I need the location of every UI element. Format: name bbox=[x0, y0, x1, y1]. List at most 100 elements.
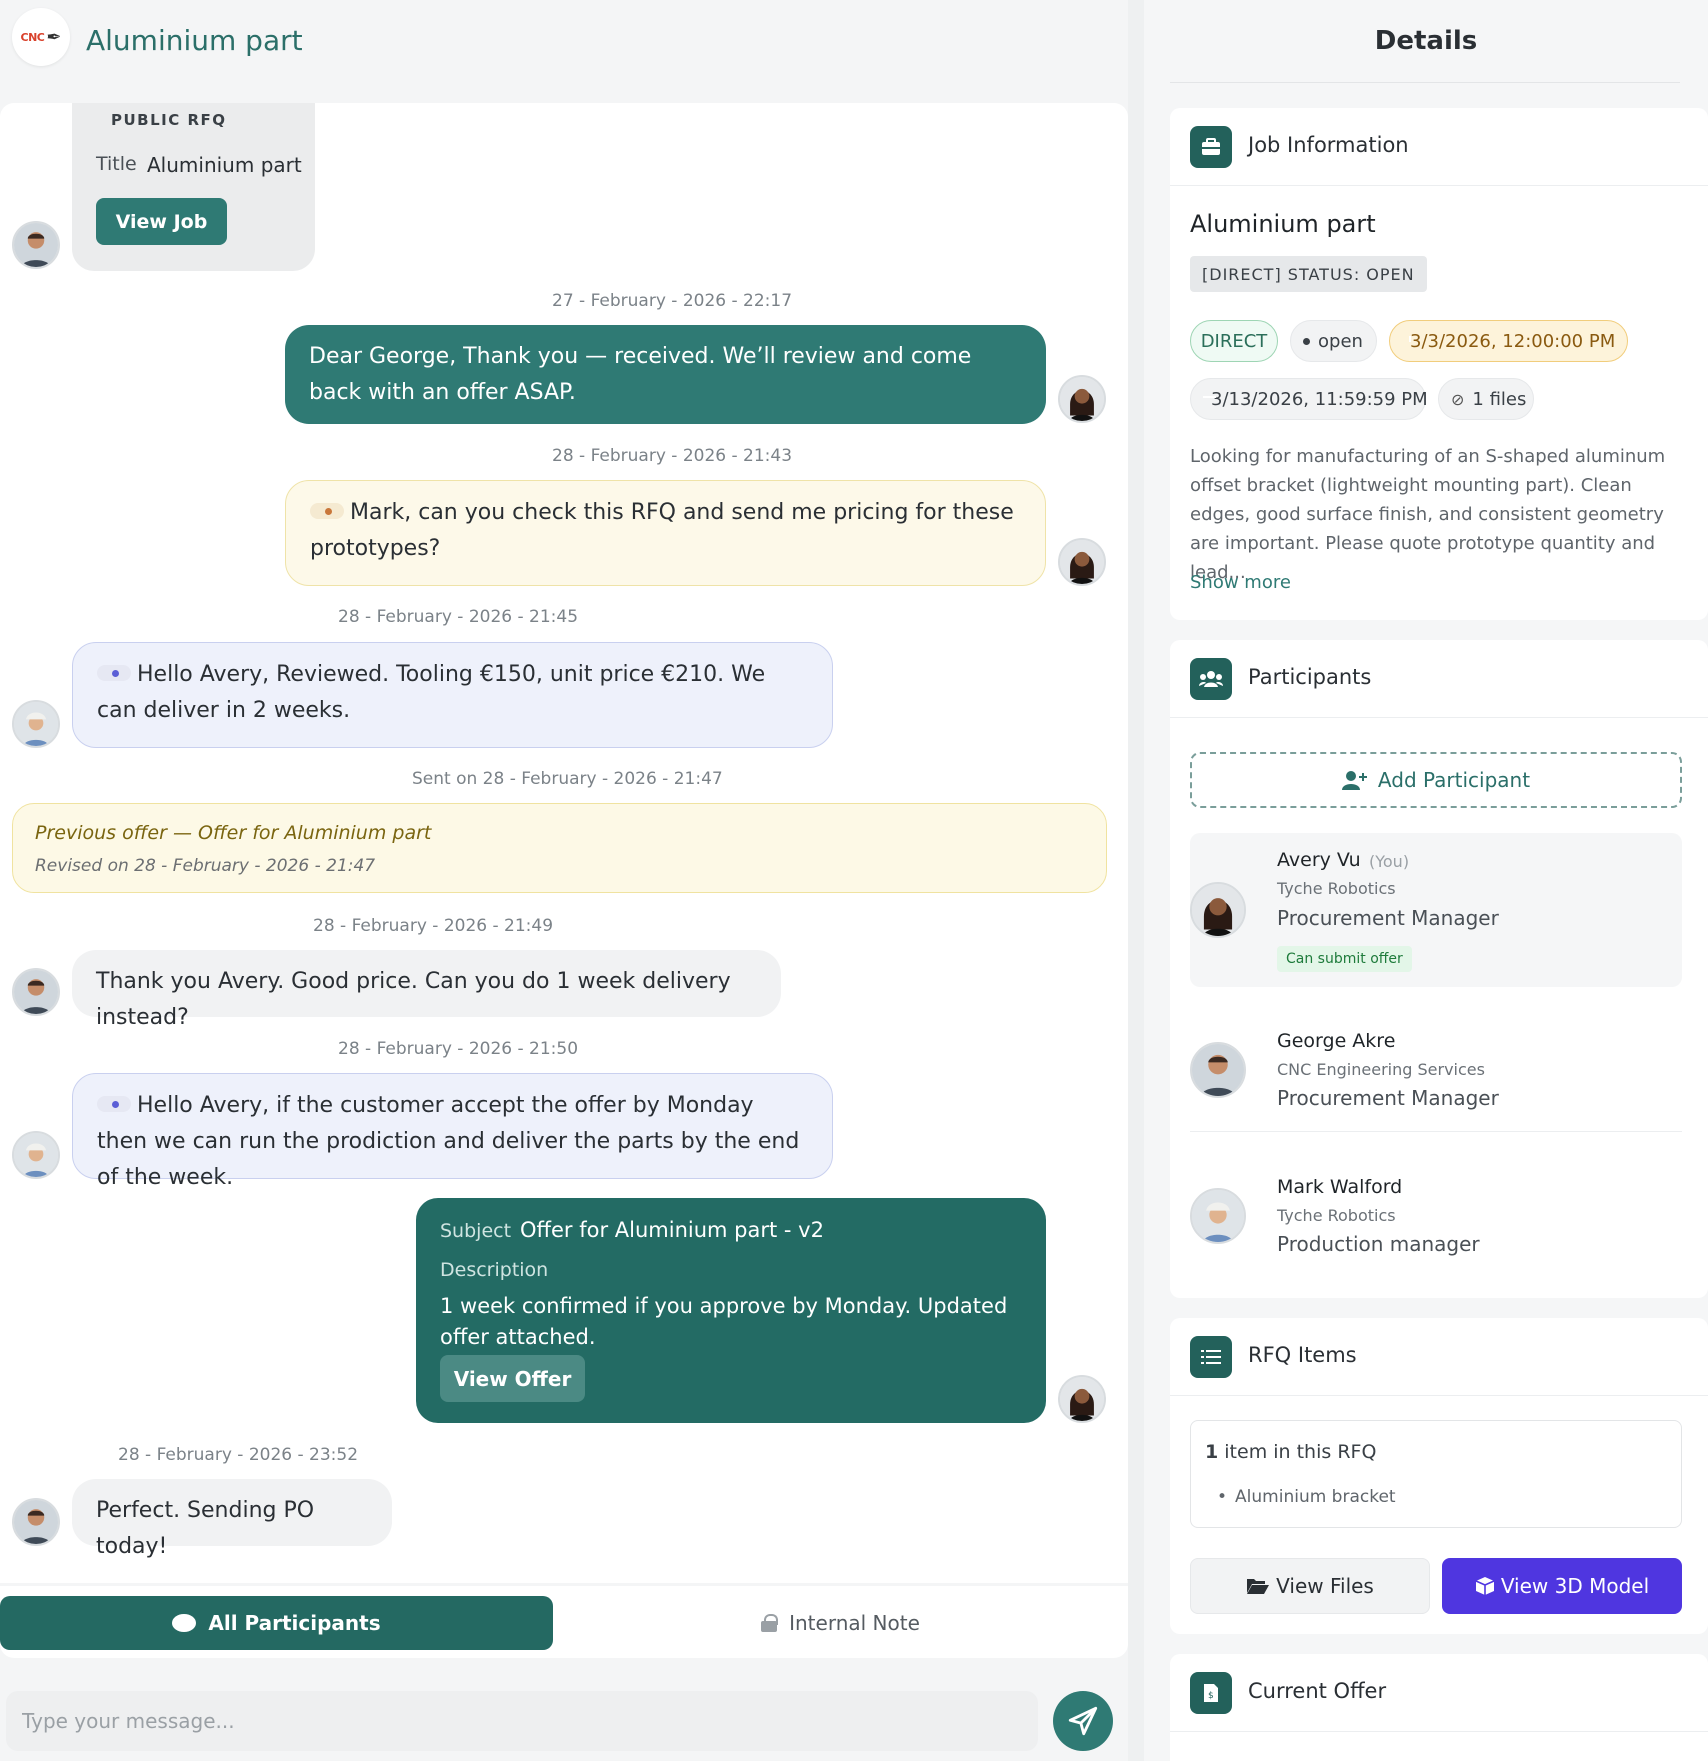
internal-note-indicator-icon bbox=[310, 503, 344, 519]
view-3d-model-button[interactable]: View 3D Model bbox=[1442, 1558, 1682, 1614]
tab-all-participants[interactable]: All Participants bbox=[0, 1596, 553, 1650]
message-timestamp: 28 - February - 2026 - 21:45 bbox=[338, 607, 579, 627]
internal-indicator-icon bbox=[97, 1096, 131, 1112]
rfq-items-count: 1 item in this RFQ bbox=[1205, 1441, 1377, 1463]
participant-role: Production manager bbox=[1277, 1232, 1480, 1256]
job-card-title-label: Title bbox=[96, 153, 137, 175]
offer-description-value: 1 week confirmed if you approve by Monda… bbox=[440, 1294, 1008, 1349]
message-text: Hello Avery, Reviewed. Tooling €150, uni… bbox=[97, 662, 766, 723]
rfq-items-box: 1 item in this RFQ Aluminium bracket bbox=[1190, 1420, 1682, 1528]
add-participant-button[interactable]: Add Participant bbox=[1190, 752, 1682, 808]
message-bubble-incoming: Perfect. Sending PO today! bbox=[72, 1479, 392, 1559]
send-button[interactable] bbox=[1053, 1691, 1113, 1751]
deadline-pill: 3/3/2026, 12:00:00 PM bbox=[1389, 320, 1628, 362]
pane-divider bbox=[1128, 0, 1144, 1761]
view-offer-button[interactable]: View Offer bbox=[440, 1355, 585, 1402]
message-timestamp: 28 - February - 2026 - 23:52 bbox=[118, 1445, 359, 1465]
details-title: Details bbox=[1374, 26, 1478, 56]
message-bubble-outgoing: Dear George, Thank you — received. We’ll… bbox=[285, 325, 1046, 424]
users-icon bbox=[1190, 658, 1232, 700]
participant-row[interactable]: Mark Walford Tyche Robotics Production m… bbox=[1190, 1164, 1682, 1268]
participants-header: Participants bbox=[1170, 640, 1708, 718]
job-information-title: Job Information bbox=[1248, 133, 1409, 157]
chat-header: CNC ✒ Aluminium part bbox=[0, 0, 1128, 92]
svg-text:$: $ bbox=[1208, 1691, 1214, 1701]
job-card-title-value: Aluminium part bbox=[147, 153, 302, 177]
company-logo: CNC ✒ bbox=[12, 8, 70, 66]
send-icon bbox=[1068, 1706, 1098, 1736]
message-timestamp: 28 - February - 2026 - 21:50 bbox=[338, 1039, 579, 1059]
view-job-button[interactable]: View Job bbox=[96, 198, 227, 245]
show-more-link[interactable]: Show more bbox=[1190, 572, 1291, 593]
chat-pane: CNC ✒ Aluminium part PUBLIC RFQ Title Alu… bbox=[0, 0, 1128, 1761]
invoice-icon: $ bbox=[1190, 1672, 1232, 1714]
message-bubble-incoming: Hello Avery, if the customer accept the … bbox=[72, 1073, 833, 1190]
avatar-george[interactable] bbox=[12, 221, 60, 269]
details-pane: Details Job Information Aluminium part [… bbox=[1144, 0, 1708, 1761]
job-information-header: Job Information bbox=[1170, 108, 1708, 186]
participant-divider bbox=[1190, 1131, 1682, 1132]
tab-all-participants-label: All Participants bbox=[208, 1611, 381, 1635]
message-composer bbox=[0, 1674, 1128, 1761]
message-text: Hello Avery, if the customer accept the … bbox=[97, 1093, 800, 1190]
message-timestamp: 28 - February - 2026 - 21:43 bbox=[552, 446, 793, 466]
previous-offer-revised: Revised on 28 - February - 2026 - 21:47 bbox=[35, 856, 376, 876]
participant-role: Procurement Manager bbox=[1277, 1086, 1499, 1110]
rfq-item: Aluminium bracket bbox=[1217, 1487, 1396, 1507]
participant-name: George Akre bbox=[1277, 1030, 1396, 1052]
audience-tabs: All Participants Internal Note bbox=[0, 1586, 1128, 1658]
avatar-mark[interactable] bbox=[12, 700, 60, 748]
avatar-avery[interactable] bbox=[1058, 538, 1106, 586]
participant-company: Tyche Robotics bbox=[1277, 1206, 1396, 1225]
list-icon bbox=[1190, 1336, 1232, 1378]
job-card-kicker: PUBLIC RFQ bbox=[111, 111, 227, 129]
paperclip-icon: ⊘ bbox=[1451, 389, 1465, 409]
offer-sent-timestamp: Sent on 28 - February - 2026 - 21:47 bbox=[412, 769, 723, 789]
job-name: Aluminium part bbox=[1190, 210, 1376, 238]
avatar-mark bbox=[1190, 1188, 1246, 1244]
details-divider bbox=[1170, 82, 1680, 83]
current-offer-title: Current Offer bbox=[1248, 1679, 1387, 1703]
end-date-pill: 3/13/2026, 11:59:59 PM bbox=[1190, 378, 1428, 420]
can-submit-offer-badge: Can submit offer bbox=[1277, 946, 1412, 972]
cube-icon bbox=[1475, 1577, 1495, 1595]
status-dot-icon bbox=[1303, 337, 1310, 345]
previous-offer-card[interactable]: Previous offer — Offer for Aluminium par… bbox=[12, 803, 1107, 893]
job-status-chip: [DIRECT] STATUS: OPEN bbox=[1190, 256, 1427, 292]
message-timestamp: 27 - February - 2026 - 22:17 bbox=[552, 291, 793, 311]
tab-internal-note[interactable]: Internal Note bbox=[553, 1596, 1128, 1650]
rfq-items-header: RFQ Items bbox=[1170, 1318, 1708, 1396]
participant-row[interactable]: George Akre CNC Engineering Services Pro… bbox=[1190, 1018, 1682, 1122]
files-pill[interactable]: ⊘ 1 files bbox=[1438, 378, 1534, 420]
job-card-message: PUBLIC RFQ Title Aluminium part View Job bbox=[72, 103, 315, 271]
current-offer-header: $ Current Offer bbox=[1170, 1654, 1708, 1732]
message-timestamp: 28 - February - 2026 - 21:49 bbox=[313, 916, 554, 936]
lock-icon bbox=[761, 1614, 779, 1632]
participant-company: CNC Engineering Services bbox=[1277, 1060, 1485, 1079]
participant-name: Mark Walford bbox=[1277, 1176, 1403, 1198]
message-input[interactable] bbox=[6, 1691, 1038, 1751]
rfq-items-title: RFQ Items bbox=[1248, 1343, 1357, 1367]
avatar-mark[interactable] bbox=[12, 1131, 60, 1179]
message-text: Mark, can you check this RFQ and send me… bbox=[310, 500, 1014, 561]
message-bubble-incoming: Thank you Avery. Good price. Can you do … bbox=[72, 950, 781, 1030]
participant-you-tag: (You) bbox=[1369, 852, 1410, 871]
current-offer-card: $ Current Offer bbox=[1170, 1654, 1708, 1761]
internal-note-bubble: Mark, can you check this RFQ and send me… bbox=[285, 480, 1046, 586]
add-user-icon bbox=[1341, 771, 1367, 790]
rfq-state-pill: open bbox=[1290, 320, 1377, 362]
view-files-button[interactable]: View Files bbox=[1190, 1558, 1430, 1614]
folder-open-icon bbox=[1247, 1579, 1270, 1594]
offer-card-message: Subject Offer for Aluminium part - v2 De… bbox=[416, 1198, 1046, 1423]
logo-pen-icon: ✒ bbox=[46, 26, 62, 48]
offer-description-label: Description bbox=[440, 1259, 549, 1281]
avatar-avery[interactable] bbox=[1058, 375, 1106, 423]
job-description: Looking for manufacturing of an S-shaped… bbox=[1190, 446, 1666, 583]
participant-row[interactable]: Avery Vu (You) Tyche Robotics Procuremen… bbox=[1190, 833, 1682, 987]
avatar-avery[interactable] bbox=[1058, 1375, 1106, 1423]
avatar-george[interactable] bbox=[12, 968, 60, 1016]
avatar-george[interactable] bbox=[12, 1498, 60, 1546]
internal-indicator-icon bbox=[97, 665, 131, 681]
previous-offer-title: Previous offer — Offer for Aluminium par… bbox=[35, 822, 432, 844]
briefcase-icon bbox=[1190, 126, 1232, 168]
